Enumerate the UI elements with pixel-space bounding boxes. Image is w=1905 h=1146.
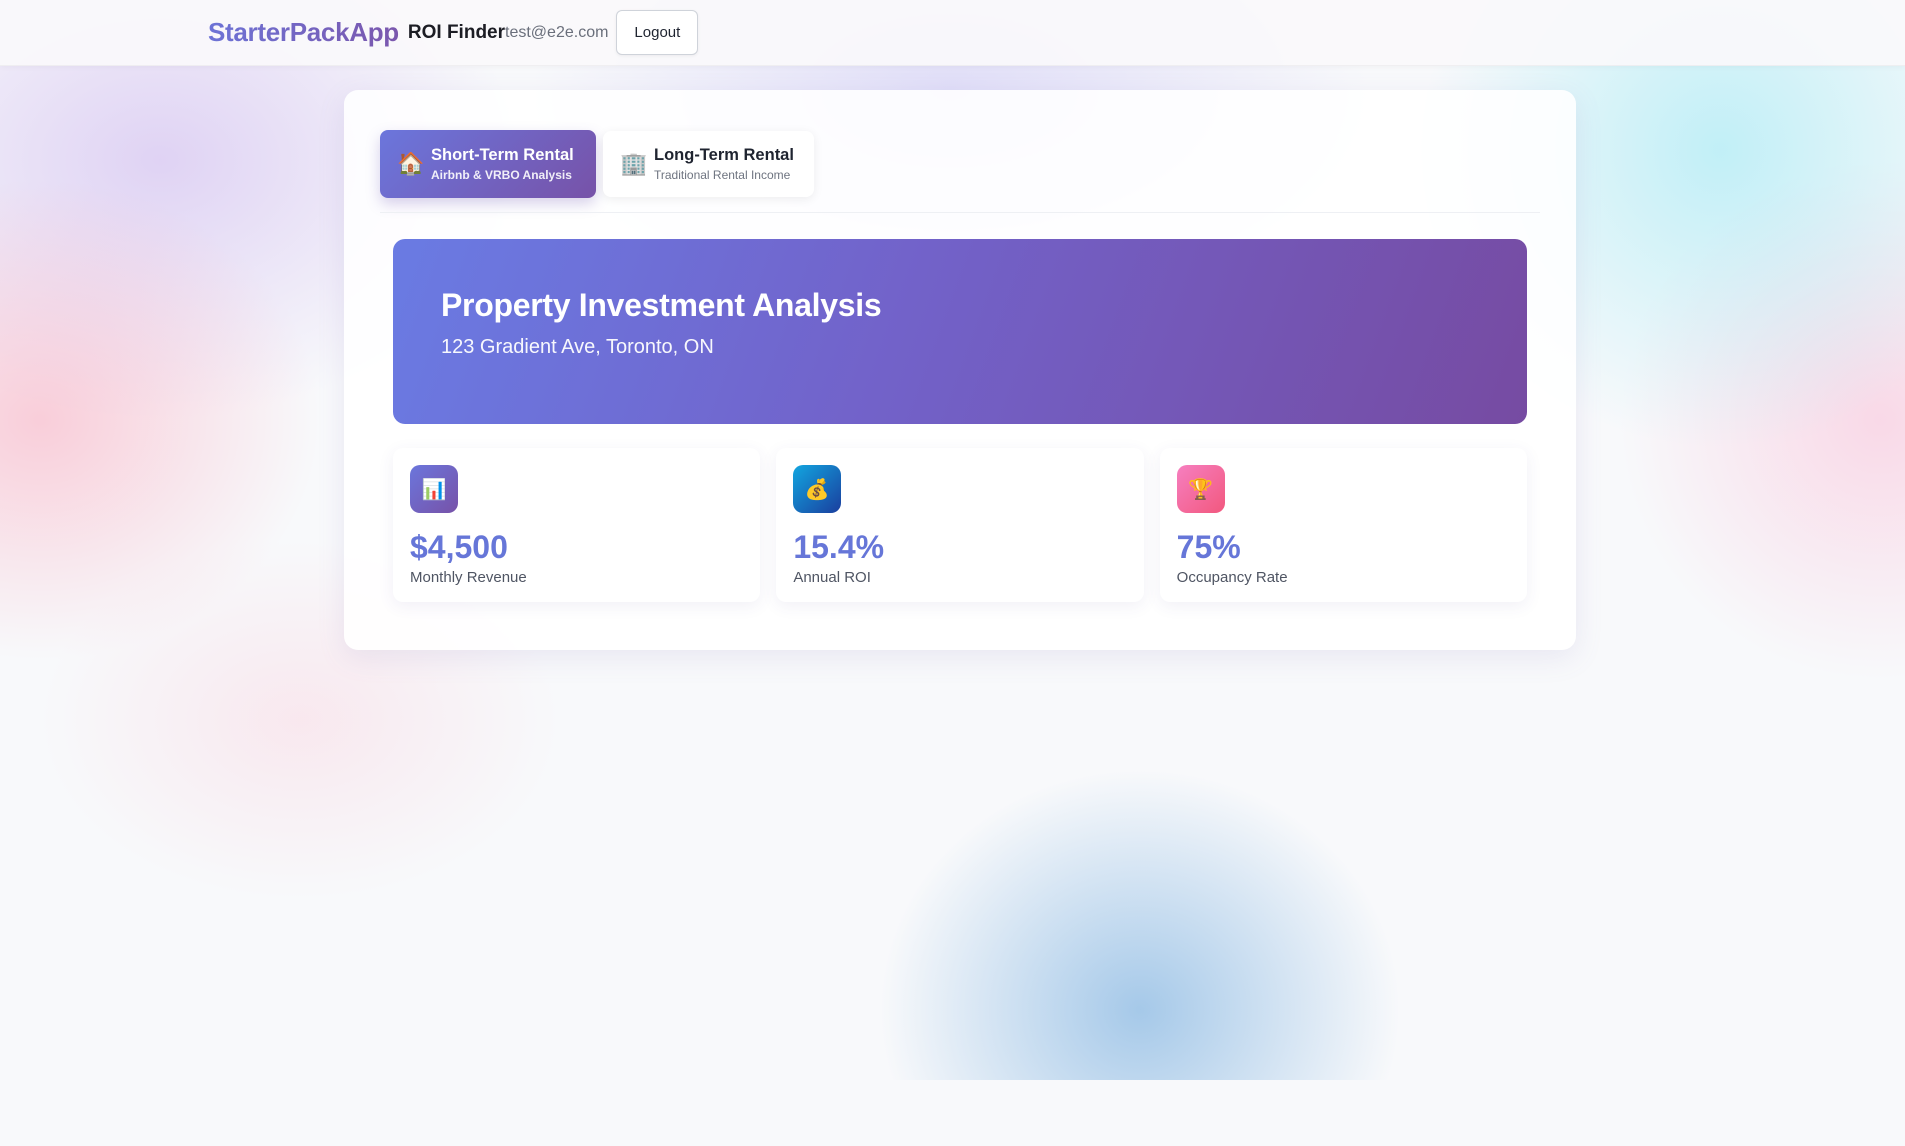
metric-card-monthly-revenue: 📊 $4,500 Monthly Revenue bbox=[393, 448, 761, 602]
trophy-icon: 🏆 bbox=[1176, 465, 1225, 513]
metric-label: Occupancy Rate bbox=[1176, 569, 1288, 586]
logout-button[interactable]: Logout bbox=[616, 10, 699, 55]
tab-divider bbox=[380, 212, 1540, 213]
tab-short-term-rental[interactable]: 🏠 Short-Term Rental Airbnb & VRBO Analys… bbox=[380, 130, 596, 198]
metric-value: 75% bbox=[1176, 529, 1241, 565]
bar-chart-icon: 📊 bbox=[410, 465, 458, 513]
page-title: ROI Finder bbox=[407, 21, 506, 43]
background-footer bbox=[0, 1080, 1905, 1146]
house-icon: 🏠 bbox=[397, 151, 425, 176]
metric-label: Annual ROI bbox=[793, 569, 871, 586]
top-navbar: StarterPackApp ROI Finder test@e2e.com L… bbox=[0, 0, 1905, 66]
property-hero-banner: Property Investment Analysis 123 Gradien… bbox=[393, 239, 1527, 424]
metrics-row: 📊 $4,500 Monthly Revenue 💰 15.4% Annual … bbox=[393, 448, 1527, 602]
tab-title: Short-Term Rental bbox=[431, 146, 574, 164]
brand-logo[interactable]: StarterPackApp bbox=[208, 17, 399, 48]
analysis-card: 🏠 Short-Term Rental Airbnb & VRBO Analys… bbox=[344, 90, 1576, 650]
metric-card-annual-roi: 💰 15.4% Annual ROI bbox=[776, 448, 1144, 602]
tab-title: Long-Term Rental bbox=[654, 146, 794, 164]
tab-long-term-rental[interactable]: 🏢 Long-Term Rental Traditional Rental In… bbox=[603, 131, 814, 197]
tab-subtitle: Traditional Rental Income bbox=[654, 168, 791, 182]
rental-type-tabs: 🏠 Short-Term Rental Airbnb & VRBO Analys… bbox=[380, 130, 814, 198]
metric-label: Monthly Revenue bbox=[410, 569, 527, 586]
money-bag-icon: 💰 bbox=[793, 465, 842, 513]
office-building-icon: 🏢 bbox=[620, 151, 648, 176]
metric-value: 15.4% bbox=[793, 529, 885, 565]
property-address: 123 Gradient Ave, Toronto, ON bbox=[441, 336, 714, 358]
user-email: test@e2e.com bbox=[505, 23, 609, 41]
tab-subtitle: Airbnb & VRBO Analysis bbox=[431, 168, 572, 182]
metric-value: $4,500 bbox=[410, 529, 508, 565]
metric-card-occupancy-rate: 🏆 75% Occupancy Rate bbox=[1159, 448, 1527, 602]
hero-title: Property Investment Analysis bbox=[441, 287, 882, 323]
